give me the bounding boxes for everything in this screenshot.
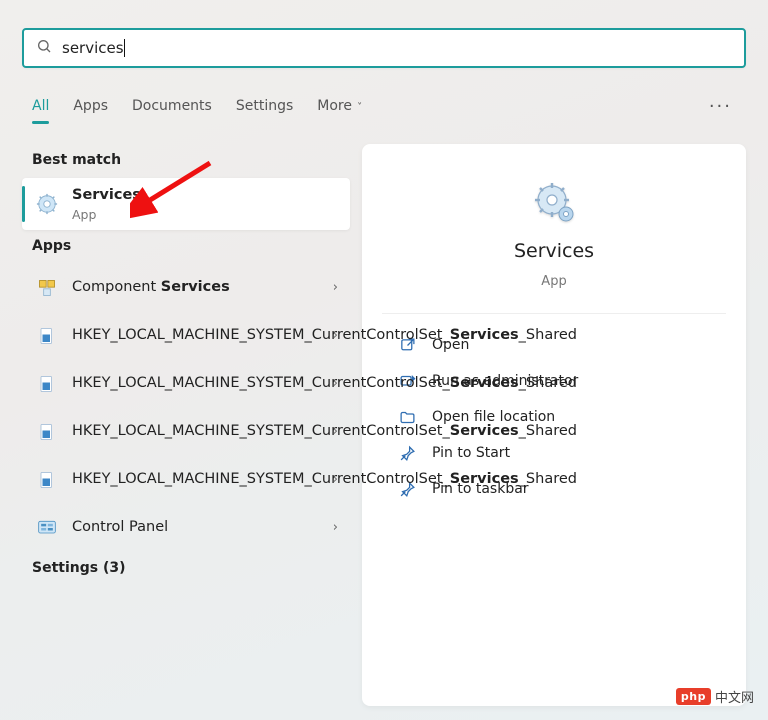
registry-file-icon (36, 373, 58, 395)
result-title: HKEY_LOCAL_MACHINE_SYSTEM_CurrentControl… (72, 470, 319, 490)
settings-header[interactable]: Settings (3) (22, 552, 350, 586)
registry-file-icon (36, 469, 58, 491)
result-component-services[interactable]: Component Services › (22, 264, 350, 312)
result-title: Component Services (72, 278, 319, 298)
result-title: HKEY_LOCAL_MACHINE_SYSTEM_CurrentControl… (72, 326, 319, 346)
action-label: Pin to Start (432, 445, 510, 461)
tab-more[interactable]: More ˅ (317, 92, 362, 120)
text-cursor (124, 39, 125, 57)
chevron-right-icon: › (333, 424, 338, 439)
tab-apps[interactable]: Apps (73, 92, 108, 120)
details-title: Services (514, 240, 594, 262)
action-pin-start[interactable]: Pin to Start (388, 436, 720, 470)
chevron-right-icon: › (333, 376, 338, 391)
control-panel-icon (36, 517, 58, 539)
chevron-down-icon: ˅ (354, 102, 362, 113)
pin-icon (398, 444, 416, 462)
result-registry-2[interactable]: HKEY_LOCAL_MACHINE_SYSTEM_CurrentControl… (22, 360, 350, 408)
best-match-header: Best match (22, 144, 350, 178)
chevron-right-icon: › (333, 520, 338, 535)
search-icon (36, 38, 52, 58)
result-title: HKEY_LOCAL_MACHINE_SYSTEM_CurrentControl… (72, 374, 319, 394)
result-services[interactable]: Services App (22, 178, 350, 230)
watermark-text: 中文网 (715, 687, 754, 706)
result-title: Services (72, 186, 338, 206)
result-registry-3[interactable]: HKEY_LOCAL_MACHINE_SYSTEM_CurrentControl… (22, 408, 350, 456)
services-gear-icon (530, 180, 578, 228)
chevron-right-icon: › (333, 328, 338, 343)
services-gear-icon (36, 193, 58, 215)
watermark-badge: php (676, 688, 711, 705)
chevron-right-icon: › (333, 472, 338, 487)
tab-settings[interactable]: Settings (236, 92, 293, 120)
overflow-menu-button[interactable]: ··· (705, 92, 736, 121)
chevron-right-icon: › (333, 280, 338, 295)
filter-tabs: All Apps Documents Settings More ˅ ··· (0, 86, 768, 126)
tab-documents[interactable]: Documents (132, 92, 212, 120)
result-control-panel[interactable]: Control Panel › (22, 504, 350, 552)
result-registry-4[interactable]: HKEY_LOCAL_MACHINE_SYSTEM_CurrentControl… (22, 456, 350, 504)
result-registry-1[interactable]: HKEY_LOCAL_MACHINE_SYSTEM_CurrentControl… (22, 312, 350, 360)
watermark: php 中文网 (676, 687, 754, 706)
result-title: Control Panel (72, 518, 319, 538)
search-box[interactable]: services (22, 28, 746, 68)
details-subtitle: App (541, 274, 566, 289)
apps-header: Apps (22, 230, 350, 264)
result-title: HKEY_LOCAL_MACHINE_SYSTEM_CurrentControl… (72, 422, 319, 442)
registry-file-icon (36, 325, 58, 347)
tab-all[interactable]: All (32, 92, 49, 120)
result-subtitle: App (72, 207, 338, 222)
registry-file-icon (36, 421, 58, 443)
component-services-icon (36, 277, 58, 299)
search-input[interactable]: services (62, 39, 125, 58)
